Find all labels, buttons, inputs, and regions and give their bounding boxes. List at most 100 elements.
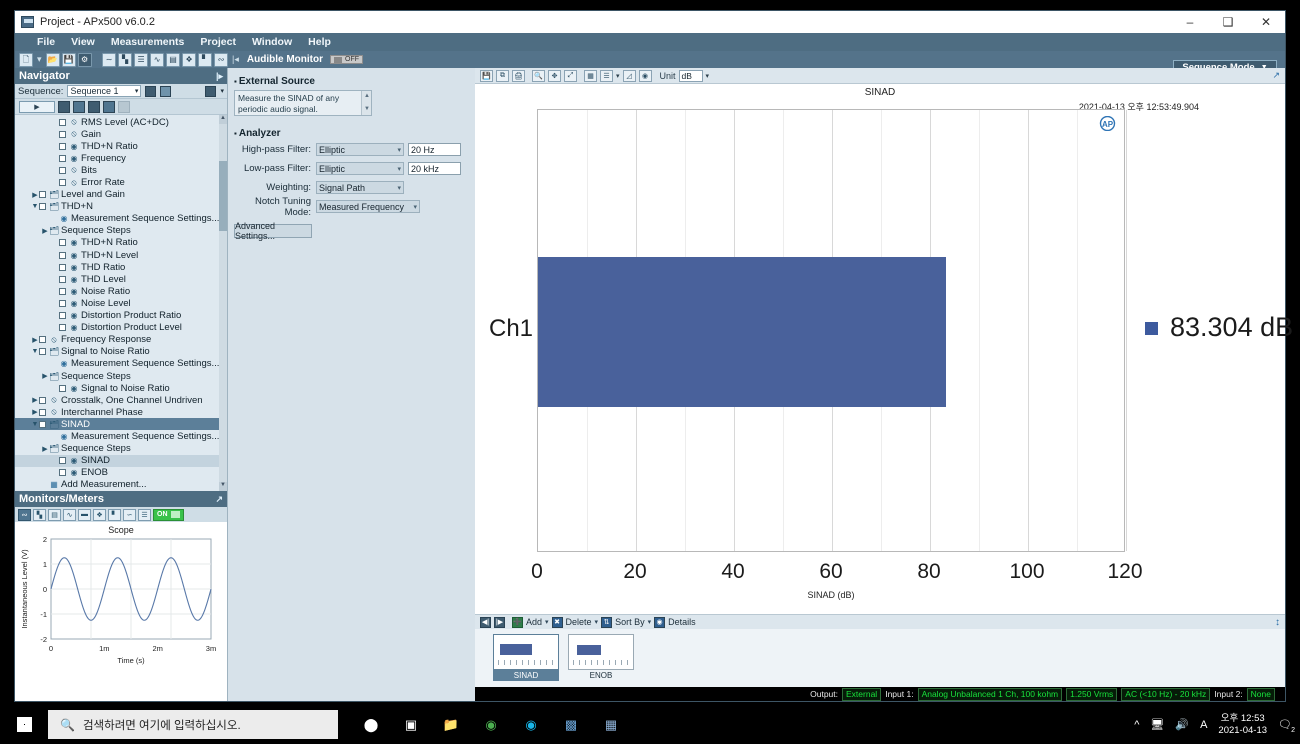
bluetooth-icon[interactable]: ❖ xyxy=(182,52,197,67)
tree-item-thd-n-ratio[interactable]: ◉ THD+N Ratio xyxy=(15,140,227,152)
menu-view[interactable]: View xyxy=(71,36,95,48)
list-icon[interactable]: ☰ xyxy=(138,508,151,521)
weighting-select[interactable]: Signal Path ▾ xyxy=(316,181,404,194)
details-label[interactable]: Details xyxy=(668,617,696,627)
monitors-power-toggle[interactable]: ON xyxy=(153,508,184,521)
chevron-down-icon[interactable]: ▾ xyxy=(545,618,549,626)
tree-item-add-measurement[interactable]: ▦ Add Measurement... xyxy=(15,479,227,491)
legend-icon[interactable]: ☰ xyxy=(600,69,613,82)
low-pass-filter-select[interactable]: Elliptic ▾ xyxy=(316,162,404,175)
tree-item-distortion-product-level[interactable]: ◉ Distortion Product Level xyxy=(15,322,227,334)
tree-item-frequency-response[interactable]: ▶ ⦸ Frequency Response xyxy=(15,334,227,346)
taskbar-search-input[interactable]: 🔍 검색하려면 여기에 입력하십시오. xyxy=(48,710,338,739)
unit-select[interactable]: dB xyxy=(678,69,703,82)
tree-item-thd-ratio[interactable]: ◉ THD Ratio xyxy=(15,261,227,273)
notifications-icon[interactable]: 🗨 2 xyxy=(1278,718,1295,734)
twisty-collapsed-icon[interactable]: ▶ xyxy=(41,227,49,235)
tree-item-checkbox[interactable] xyxy=(39,420,46,428)
zoom-icon[interactable]: 🔍 xyxy=(532,69,545,82)
minimize-button[interactable]: – xyxy=(1171,11,1209,33)
save-project-icon[interactable]: 💾 xyxy=(61,52,76,67)
tree-item-sequence-steps[interactable]: ▶ 🗂 Sequence Steps xyxy=(15,225,227,237)
menu-project[interactable]: Project xyxy=(200,36,236,48)
tree-item-checkbox[interactable] xyxy=(59,166,66,174)
chevron-down-icon[interactable]: ▾ xyxy=(595,618,599,626)
edge-icon[interactable]: ◉ xyxy=(520,714,542,736)
maximize-button[interactable]: ❑ xyxy=(1209,11,1247,33)
notch-tuning-mode-select[interactable]: Measured Frequency ▾ xyxy=(316,200,420,213)
section-collapse-icon[interactable]: ▪ xyxy=(234,129,237,138)
tree-item-signal-to-noise-ratio[interactable]: ▼ 🗂 Signal to Noise Ratio xyxy=(15,346,227,358)
tree-item-distortion-product-ratio[interactable]: ◉ Distortion Product Ratio xyxy=(15,310,227,322)
tree-item-checkbox[interactable] xyxy=(59,118,66,126)
cursor-icon[interactable]: ◿ xyxy=(622,69,636,82)
navigator-pin-icon[interactable]: |▸ xyxy=(216,71,223,82)
results-popout-icon[interactable]: ↕ xyxy=(1275,617,1280,628)
tree-item-checkbox[interactable] xyxy=(59,312,66,320)
delete-label[interactable]: Delete xyxy=(566,617,592,627)
tree-item-checkbox[interactable] xyxy=(59,275,66,283)
tree-item-checkbox[interactable] xyxy=(39,203,46,211)
scroll-up-icon[interactable]: ▲ xyxy=(219,115,227,124)
copy-icon[interactable]: ⧉ xyxy=(496,69,509,82)
tree-item-thd-n-ratio[interactable]: ◉ THD+N Ratio xyxy=(15,237,227,249)
high-pass-frequency-input[interactable]: 20 Hz xyxy=(408,143,461,156)
monitors-popout-icon[interactable]: ↗ xyxy=(215,494,223,505)
file-explorer-icon[interactable]: 📁 xyxy=(440,714,462,736)
level-icon[interactable]: ▬ xyxy=(78,508,91,521)
low-pass-frequency-input[interactable]: 20 kHz xyxy=(408,162,461,175)
input1-bandwidth[interactable]: AC (<10 Hz) - 20 kHz xyxy=(1121,687,1211,701)
tree-item-signal-to-noise-ratio[interactable]: ◉ Signal to Noise Ratio xyxy=(15,382,227,394)
navigator-options-icon[interactable] xyxy=(205,85,217,97)
tree-item-checkbox[interactable] xyxy=(59,142,66,150)
clear-results-icon[interactable] xyxy=(88,100,100,113)
graph-settings-icon[interactable]: ◉ xyxy=(638,69,652,82)
spectrum-icon[interactable]: ∽ xyxy=(123,508,136,521)
tree-item-bits[interactable]: ⦸ Bits xyxy=(15,164,227,176)
save-icon[interactable]: 💾 xyxy=(480,69,493,82)
description-scrollbar[interactable]: ▲ ▼ xyxy=(361,91,371,115)
tree-item-checkbox[interactable] xyxy=(59,251,66,259)
fit-icon[interactable]: ✥ xyxy=(548,69,561,82)
sequence-settings-icon[interactable] xyxy=(145,85,157,97)
bargraph-icon[interactable]: ▘ xyxy=(198,52,213,67)
menu-file[interactable]: File xyxy=(37,36,55,48)
settings-icon[interactable]: ⚙ xyxy=(77,52,92,67)
twisty-collapsed-icon[interactable]: ▶ xyxy=(31,336,39,344)
delete-icon[interactable]: ✖ xyxy=(551,616,563,628)
tree-item-noise-ratio[interactable]: ◉ Noise Ratio xyxy=(15,285,227,297)
analyzer-icon[interactable]: ▚ xyxy=(118,52,133,67)
tree-item-checkbox[interactable] xyxy=(39,348,46,356)
previous-result-icon[interactable]: ◀| xyxy=(480,616,491,628)
graph-popout-icon[interactable]: ↗ xyxy=(1272,70,1280,81)
tree-item-noise-level[interactable]: ◉ Noise Level xyxy=(15,297,227,309)
twisty-collapsed-icon[interactable]: ▶ xyxy=(31,191,39,199)
list-icon[interactable]: ☰ xyxy=(134,52,149,67)
tree-scrollbar[interactable]: ▲ ▼ xyxy=(219,115,227,491)
scroll-down-icon[interactable]: ▼ xyxy=(219,482,227,491)
output-value[interactable]: External xyxy=(842,687,882,701)
tree-item-checkbox[interactable] xyxy=(39,336,46,344)
tree-item-measurement-sequence-settings[interactable]: ◉ Measurement Sequence Settings... xyxy=(15,430,227,442)
start-button[interactable] xyxy=(0,705,48,744)
expand-all-icon[interactable] xyxy=(58,100,70,113)
navigator-tree[interactable]: ⦸ RMS Level (AC+DC) ⦸ Gain ◉ THD+N Ratio ◉ Freq… xyxy=(15,115,227,491)
meter-icon[interactable]: ▤ xyxy=(48,508,61,521)
tree-item-checkbox[interactable] xyxy=(39,408,46,416)
apx-icon[interactable]: ▦ xyxy=(600,714,622,736)
scroll-up-icon[interactable]: ▲ xyxy=(364,93,370,101)
twisty-expanded-icon[interactable]: ▼ xyxy=(31,348,39,355)
input2-value[interactable]: None xyxy=(1246,687,1275,701)
twisty-expanded-icon[interactable]: ▼ xyxy=(31,421,39,428)
scrollbar-thumb[interactable] xyxy=(219,161,227,231)
tree-item-measurement-sequence-settings[interactable]: ◉ Measurement Sequence Settings... xyxy=(15,213,227,225)
input1-config[interactable]: Analog Unbalanced 1 Ch, 100 kohm xyxy=(917,687,1063,701)
tree-item-checkbox[interactable] xyxy=(59,384,66,392)
tray-expand-icon[interactable]: ^ xyxy=(1134,719,1139,731)
tree-item-checkbox[interactable] xyxy=(59,299,66,307)
tree-item-interchannel-phase[interactable]: ▶ ⦸ Interchannel Phase xyxy=(15,406,227,418)
tree-item-measurement-sequence-settings[interactable]: ◉ Measurement Sequence Settings... xyxy=(15,358,227,370)
close-button[interactable]: ✕ xyxy=(1247,11,1285,33)
add-icon[interactable]: ➕ xyxy=(512,616,523,628)
language-indicator[interactable]: A xyxy=(1200,719,1207,731)
